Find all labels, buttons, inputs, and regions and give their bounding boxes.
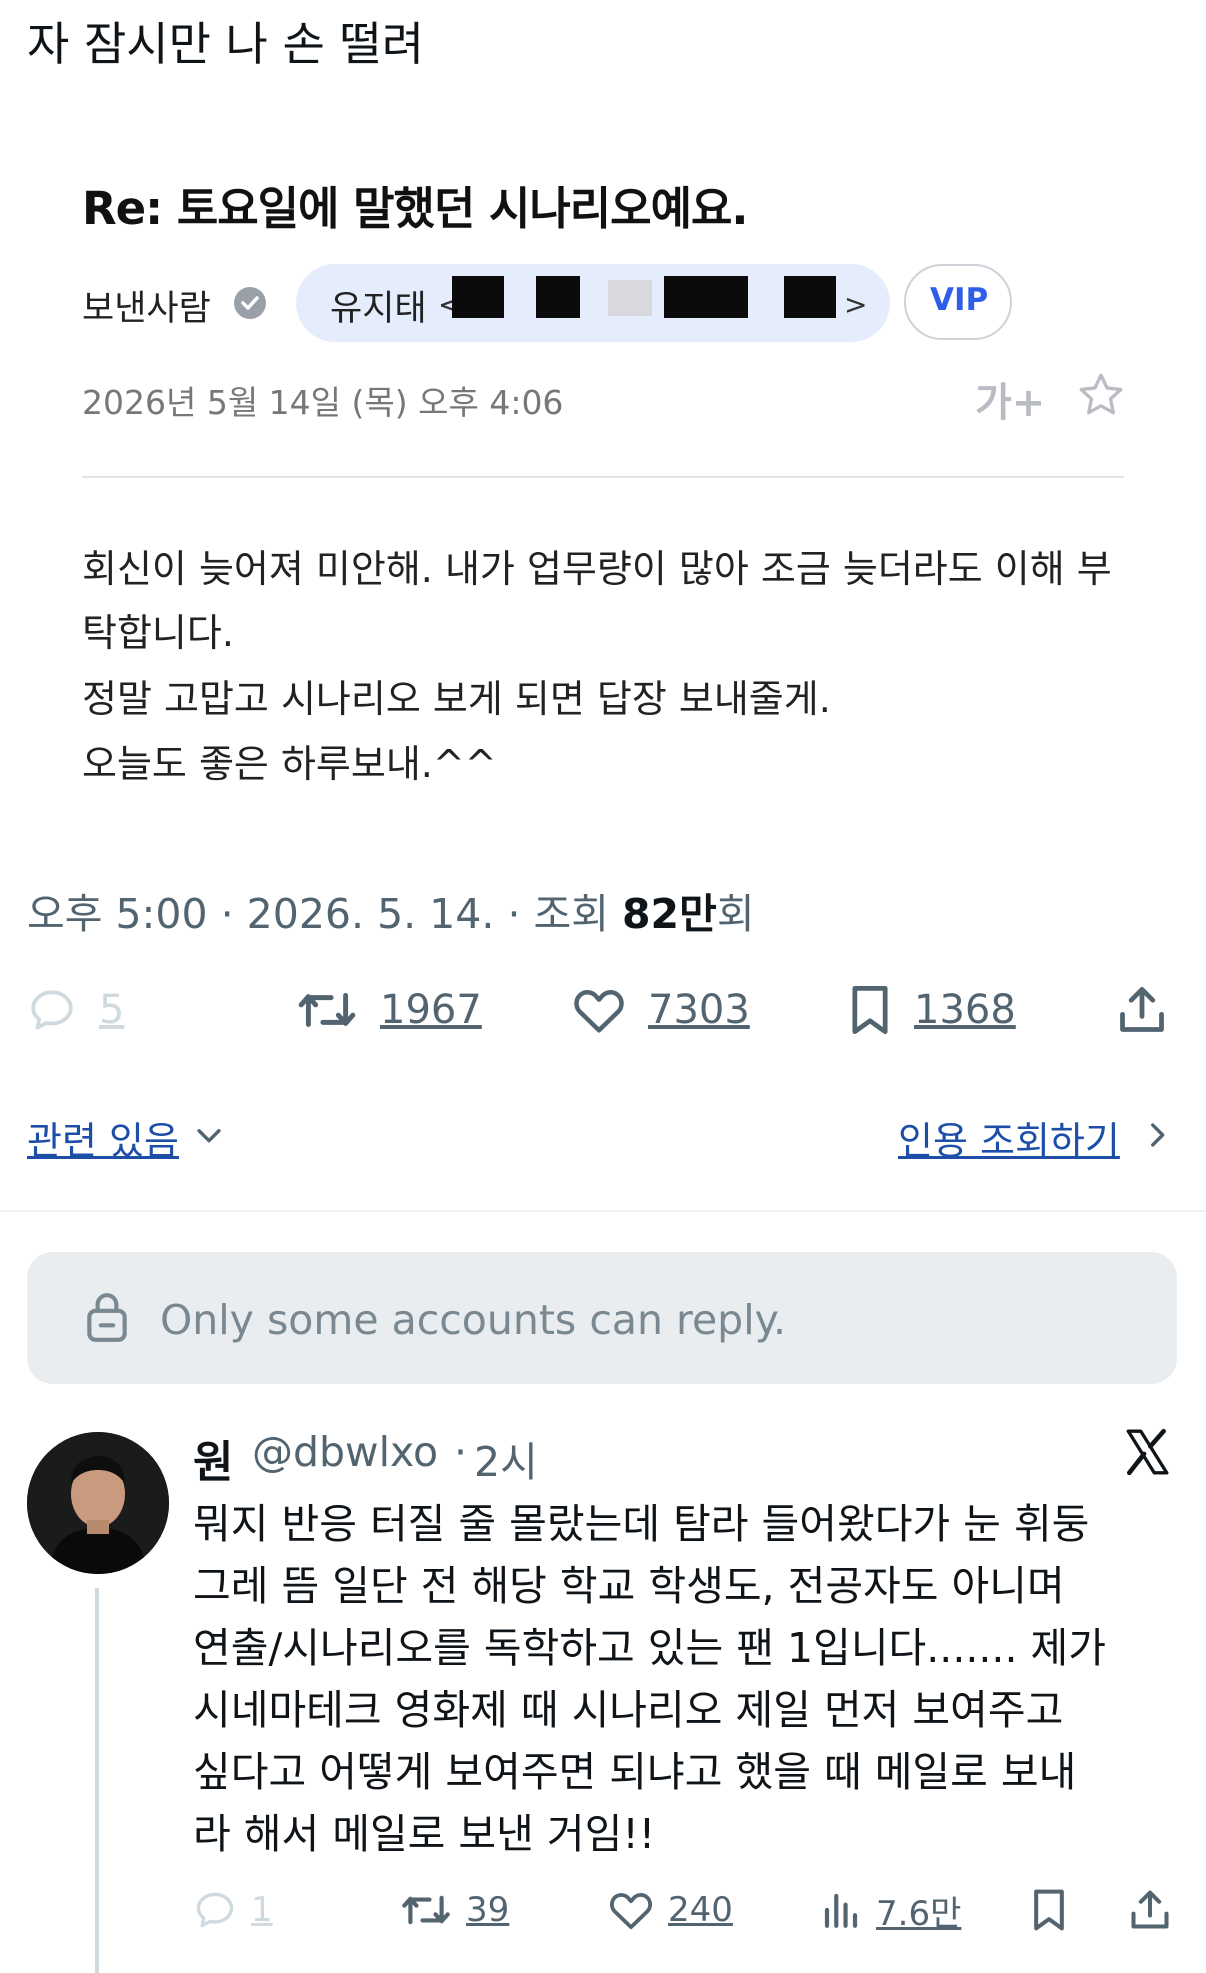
views-icon: [824, 1893, 858, 1928]
share-icon: [1120, 987, 1164, 1032]
vip-label: VIP: [930, 282, 989, 318]
sender-label: 보낸사람: [82, 289, 211, 329]
email-divider: [82, 476, 1124, 478]
email-body-line: 오늘도 좋은 하루보내.^^: [82, 742, 497, 786]
heart-icon: [610, 1893, 652, 1930]
chevron-down-icon[interactable]: [192, 1118, 226, 1156]
reply-text-line: 시네마테크 영화제 때 시나리오 제일 먼저 보여주고: [193, 1686, 1064, 1734]
reply-icon: [196, 1892, 234, 1928]
email-body-line: 정말 고맙고 시나리오 보게 되면 답장 보내줄게.: [82, 677, 831, 721]
verified-icon: [234, 287, 266, 319]
redaction-block: [784, 276, 836, 318]
meta-separator: ·: [207, 890, 247, 938]
reply-retweet-count[interactable]: 39: [466, 1890, 509, 1930]
reply-display-name[interactable]: 원: [193, 1426, 233, 1490]
reply-restriction-text: Only some accounts can reply.: [160, 1296, 787, 1344]
reply-reply-count[interactable]: 1: [251, 1890, 273, 1930]
lock-icon: [82, 1290, 132, 1348]
reply-reply-button[interactable]: 1: [193, 1885, 273, 1935]
reply-text-line: 연출/시나리오를 독학하고 있는 팬 1입니다....... 제가: [193, 1624, 1106, 1672]
like-button[interactable]: 7303: [572, 980, 750, 1040]
redaction-block: [608, 280, 652, 316]
bookmark-icon: [1034, 1889, 1064, 1931]
reply-text-line: 그레 뜸 일단 전 해당 학교 학생도, 전공자도 아니며: [193, 1562, 1065, 1610]
reply-handle[interactable]: @dbwlxo: [252, 1428, 438, 1476]
retweet-icon: [402, 1895, 450, 1925]
reply-text-line: 뭐지 반응 터질 줄 몰랐는데 탐라 들어왔다가 눈 휘둥: [193, 1500, 1090, 1548]
avatar[interactable]: [27, 1432, 169, 1574]
email-date: 2026년 5월 14일 (목) 오후 4:06: [82, 383, 564, 422]
email-body-line: 회신이 늦어져 미안해. 내가 업무량이 많아 조금 늦더라도 이해 부: [82, 547, 1112, 591]
reply-button[interactable]: 5: [27, 980, 124, 1040]
reply-meta-separator: ·: [454, 1428, 468, 1476]
quote-link[interactable]: 인용 조회하기: [898, 1110, 1120, 1165]
tweet-date[interactable]: 2026. 5. 14.: [247, 890, 495, 938]
reply-count[interactable]: 5: [99, 987, 124, 1033]
bookmark-icon: [852, 985, 888, 1035]
bookmark-button[interactable]: 1368: [848, 980, 1016, 1040]
font-size-icon: 가+: [975, 380, 1046, 426]
related-link[interactable]: 관련 있음: [27, 1110, 179, 1165]
share-icon: [1131, 1890, 1169, 1929]
like-count[interactable]: 7303: [648, 987, 750, 1033]
post-title: 자 잠시만 나 손 떨려: [27, 17, 425, 71]
redaction-block: [664, 276, 748, 318]
star-icon: [1076, 370, 1126, 424]
chevron-right-icon[interactable]: [1140, 1118, 1174, 1156]
thread-line: [95, 1588, 99, 1973]
reply-views-count[interactable]: 7.6만: [876, 1886, 961, 1935]
bookmark-count[interactable]: 1368: [914, 987, 1016, 1033]
views-number: 82만: [622, 890, 717, 938]
email-body-line: 탁합니다.: [82, 611, 234, 655]
share-button[interactable]: [1116, 980, 1168, 1040]
retweet-count[interactable]: 1967: [380, 987, 482, 1033]
views-suffix: 회: [716, 890, 755, 938]
retweet-icon: [298, 993, 356, 1027]
reply-like-button[interactable]: 240: [608, 1885, 733, 1935]
reply-like-count[interactable]: 240: [668, 1890, 733, 1930]
views-label: 조회: [533, 890, 609, 938]
x-logo-icon: [1122, 1428, 1172, 1480]
reply-text-line: 싶다고 어떻게 보여주면 되냐고 했을 때 메일로 보내: [193, 1748, 1077, 1796]
reply-views-button[interactable]: 7.6만: [820, 1885, 961, 1935]
sender-bracket-close: >: [844, 288, 868, 321]
reply-bookmark-button[interactable]: [1030, 1885, 1068, 1935]
reply-icon: [31, 990, 73, 1030]
retweet-button[interactable]: 1967: [296, 980, 482, 1040]
tweet-time[interactable]: 오후 5:00: [27, 890, 208, 938]
redaction-block: [452, 276, 504, 318]
section-divider: [0, 1210, 1206, 1212]
reply-share-button[interactable]: [1128, 1885, 1172, 1935]
reply-time[interactable]: 2시: [474, 1428, 538, 1488]
reply-text-line: 라 해서 메일로 보낸 거임!!: [193, 1810, 656, 1858]
meta-separator: ·: [494, 890, 534, 938]
heart-icon: [574, 990, 624, 1033]
tweet-meta: 오후 5:00 · 2026. 5. 14. · 조회 82만회: [27, 880, 755, 940]
reply-retweet-button[interactable]: 39: [400, 1885, 509, 1935]
sender-name: 유지태: [330, 289, 427, 329]
email-subject: Re: 토요일에 말했던 시나리오예요.: [82, 182, 748, 235]
redaction-block: [536, 276, 580, 318]
